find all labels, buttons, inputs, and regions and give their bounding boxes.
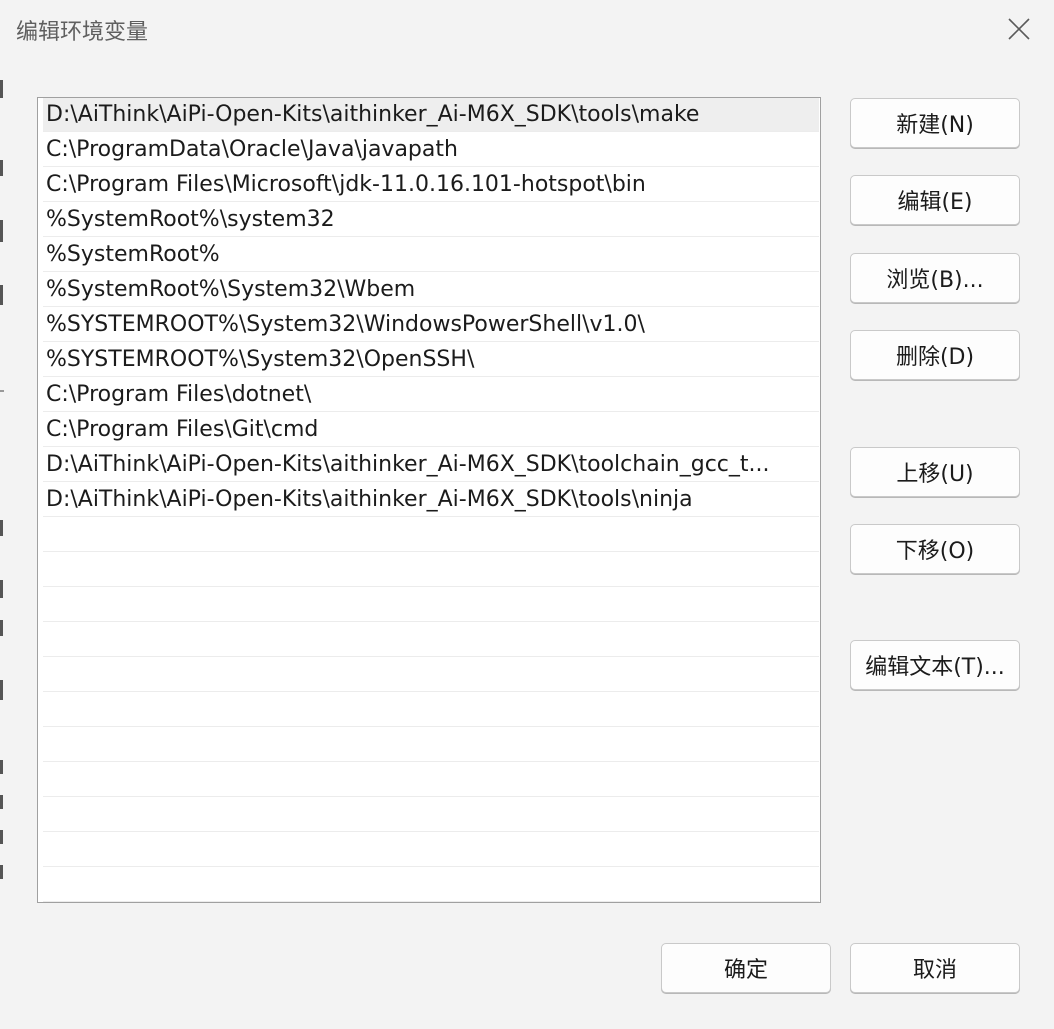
path-list-empty-row: [43, 763, 819, 797]
close-icon: [1008, 18, 1030, 40]
edit-text-button[interactable]: 编辑文本(T)...: [850, 640, 1020, 690]
path-list-item[interactable]: %SystemRoot%\system32: [43, 203, 819, 237]
title-bar: 编辑环境变量: [0, 0, 1054, 60]
path-list-empty-row: [43, 868, 819, 902]
path-list[interactable]: D:\AiThink\AiPi-Open-Kits\aithinker_Ai-M…: [37, 97, 821, 903]
path-list-item[interactable]: D:\AiThink\AiPi-Open-Kits\aithinker_Ai-M…: [43, 483, 819, 517]
path-list-item[interactable]: C:\Program Files\dotnet\: [43, 378, 819, 412]
delete-button[interactable]: 删除(D): [850, 330, 1020, 380]
path-list-item[interactable]: D:\AiThink\AiPi-Open-Kits\aithinker_Ai-M…: [43, 98, 819, 132]
path-list-item[interactable]: %SystemRoot%: [43, 238, 819, 272]
path-list-item[interactable]: C:\Program Files\Microsoft\jdk-11.0.16.1…: [43, 168, 819, 202]
path-list-empty-row: [43, 658, 819, 692]
edit-button[interactable]: 编辑(E): [850, 175, 1020, 225]
path-list-empty-row: [43, 518, 819, 552]
path-list-item[interactable]: %SYSTEMROOT%\System32\WindowsPowerShell\…: [43, 308, 819, 342]
window-title: 编辑环境变量: [16, 20, 149, 45]
path-list-empty-row: [43, 623, 819, 657]
path-list-empty-row: [43, 693, 819, 727]
browse-button[interactable]: 浏览(B)...: [850, 253, 1020, 303]
path-list-item[interactable]: %SystemRoot%\System32\Wbem: [43, 273, 819, 307]
path-list-item[interactable]: C:\Program Files\Git\cmd: [43, 413, 819, 447]
ok-button[interactable]: 确定: [661, 943, 831, 993]
close-button[interactable]: [994, 4, 1044, 54]
path-list-empty-row: [43, 833, 819, 867]
path-list-item[interactable]: D:\AiThink\AiPi-Open-Kits\aithinker_Ai-M…: [43, 448, 819, 482]
new-button[interactable]: 新建(N): [850, 98, 1020, 148]
path-list-empty-row: [43, 553, 819, 587]
path-list-empty-row: [43, 588, 819, 622]
path-list-empty-row: [43, 728, 819, 762]
background-window-edge: [0, 60, 4, 1029]
path-list-item[interactable]: C:\ProgramData\Oracle\Java\javapath: [43, 133, 819, 167]
move-down-button[interactable]: 下移(O): [850, 524, 1020, 574]
cancel-button[interactable]: 取消: [850, 943, 1020, 993]
move-up-button[interactable]: 上移(U): [850, 447, 1020, 497]
path-list-item[interactable]: %SYSTEMROOT%\System32\OpenSSH\: [43, 343, 819, 377]
path-list-empty-row: [43, 798, 819, 832]
